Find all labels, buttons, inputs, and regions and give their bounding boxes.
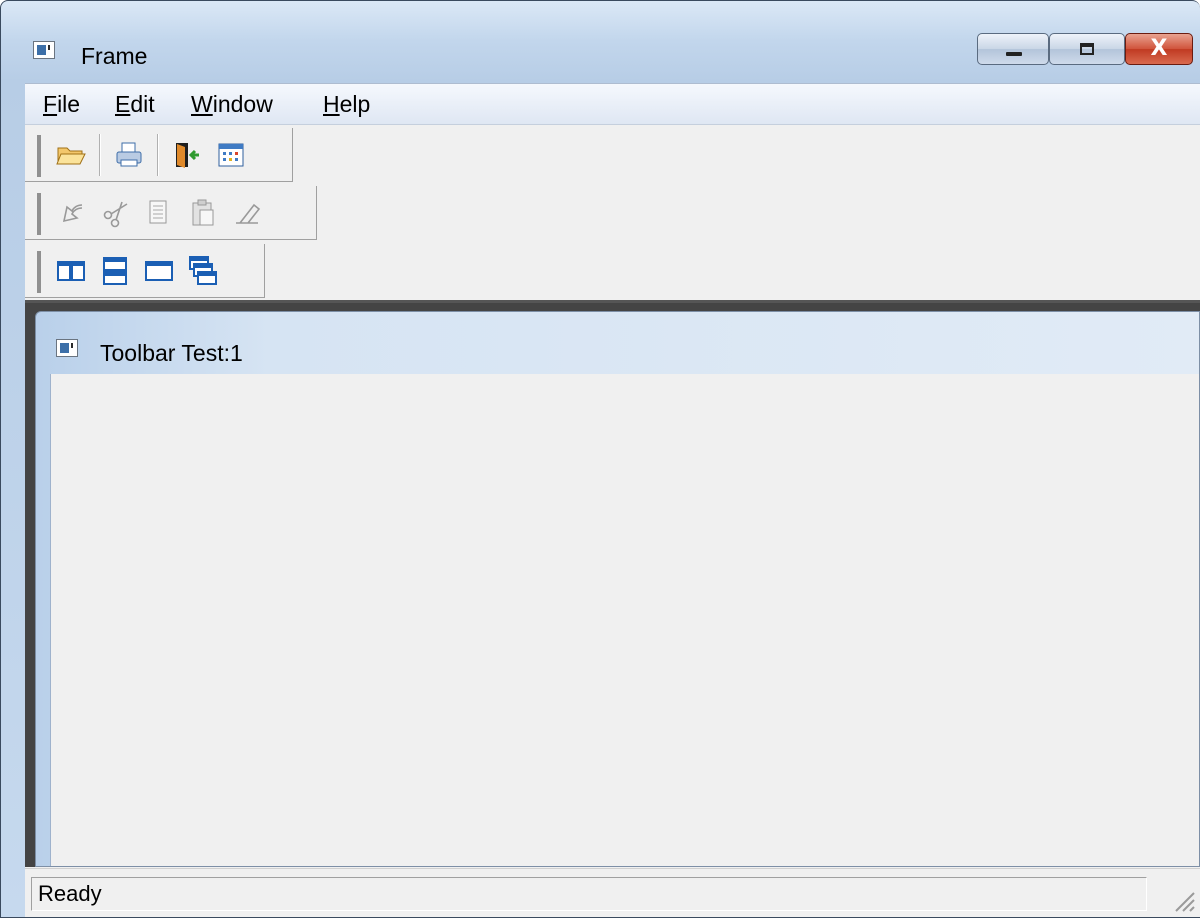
undo-icon[interactable] [53,195,89,231]
menu-file-rest: ile [57,91,81,117]
client-area: File Edit Window Help Toolbar Test:1 Rea… [25,83,1200,917]
minimize-icon [1006,52,1022,56]
resize-grip-icon[interactable] [1170,887,1196,913]
application-icon[interactable] [33,41,55,59]
cascade-windows-icon[interactable] [185,253,221,289]
erase-icon[interactable] [229,195,265,231]
child-window-content[interactable] [50,374,1199,866]
menu-help-mnemonic: H [323,91,340,117]
maximize-window-icon[interactable] [141,253,177,289]
file-toolbar [25,128,293,182]
edit-toolbar [25,186,317,240]
paste-icon[interactable] [185,195,221,231]
print-icon[interactable] [111,137,147,173]
status-bar: Ready [25,868,1200,917]
window-title: Frame [81,43,148,69]
menu-help-rest: elp [339,91,371,117]
toolbar-separator [99,134,101,176]
close-button[interactable]: X [1125,33,1193,65]
tile-horizontal-icon[interactable] [97,253,133,289]
toolbar-grip[interactable] [37,193,41,235]
calendar-grid-icon[interactable] [213,137,249,173]
title-bar[interactable]: Frame X [9,27,1200,83]
open-folder-icon[interactable] [53,137,89,173]
menu-bar: File Edit Window Help [25,84,1200,125]
mdi-client-area: Toolbar Test:1 [25,300,1200,867]
maximize-button[interactable] [1049,33,1125,65]
toolbar-grip[interactable] [37,251,41,293]
copy-icon[interactable] [141,195,177,231]
menu-file-mnemonic: F [43,91,58,117]
close-icon: X [1150,36,1168,61]
maximize-icon [1080,43,1094,55]
toolbar-grip[interactable] [37,135,41,177]
menu-window-mnemonic: W [191,91,213,117]
status-text: Ready [31,877,1147,911]
menu-edit-rest: dit [130,91,155,117]
child-window-icon[interactable] [56,339,78,357]
child-window-title: Toolbar Test:1 [100,340,243,366]
child-window[interactable]: Toolbar Test:1 [35,311,1200,867]
window-toolbar [25,244,265,298]
menu-edit[interactable]: Edit [111,91,159,118]
menu-edit-mnemonic: E [115,91,131,117]
exit-door-icon[interactable] [169,137,205,173]
child-title-bar[interactable]: Toolbar Test:1 [36,312,1199,374]
menu-window-rest: indow [212,91,273,117]
cut-icon[interactable] [97,195,133,231]
menu-help[interactable]: Help [319,91,374,118]
toolbar-separator [157,134,159,176]
menu-window[interactable]: Window [187,91,277,118]
tile-vertical-icon[interactable] [53,253,89,289]
minimize-button[interactable] [977,33,1049,65]
menu-file[interactable]: File [39,91,84,118]
main-window: Frame X File Edit Window Help Toolbar Te… [0,0,1200,918]
